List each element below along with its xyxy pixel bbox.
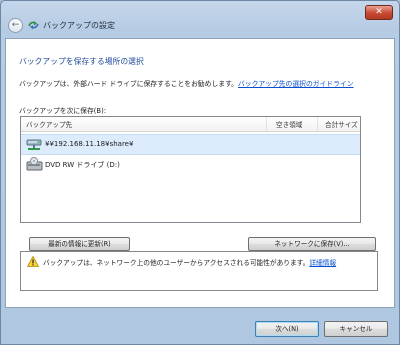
dvd-drive-icon — [26, 157, 43, 171]
refresh-button[interactable]: 最新の情報に更新(R) — [29, 237, 130, 251]
column-header-destination[interactable]: バックアップ先 — [26, 119, 72, 129]
column-divider — [266, 117, 267, 131]
back-arrow-icon: ← — [11, 20, 20, 30]
backup-settings-window: ✕ ← バックアップの設定 バックアップを保存する場所の選択 バックアップは、外… — [0, 0, 400, 345]
save-to-network-button[interactable]: ネットワークに保存(V)... — [248, 237, 376, 251]
column-header-total-size[interactable]: 合計サイズ — [325, 119, 358, 129]
warning-icon — [27, 256, 39, 267]
next-button[interactable]: 次へ(N) — [255, 321, 319, 337]
network-drive-icon — [26, 139, 42, 150]
close-button[interactable]: ✕ — [365, 5, 393, 20]
wizard-content: バックアップを保存する場所の選択 バックアップは、外部ハード ドライブに保存する… — [5, 38, 395, 308]
list-header: バックアップ先 空き領域 合計サイズ — [21, 117, 360, 132]
guide-link[interactable]: バックアップ先の選択のガイドライン — [238, 80, 354, 88]
close-icon: ✕ — [375, 7, 383, 17]
details-link[interactable]: 詳細情報 — [309, 259, 336, 267]
destination-list[interactable]: バックアップ先 空き領域 合計サイズ ¥¥192.168.11.18¥share… — [20, 116, 361, 223]
backup-wizard-icon — [28, 21, 39, 30]
back-button[interactable]: ← — [8, 18, 23, 33]
destination-name: ¥¥192.168.11.18¥share¥ — [45, 140, 134, 148]
description-text: バックアップは、外部ハード ドライブに保存することをお勧めします。 — [19, 80, 238, 88]
cancel-button[interactable]: キャンセル — [324, 321, 388, 337]
page-heading: バックアップを保存する場所の選択 — [19, 57, 144, 66]
column-divider — [317, 117, 318, 131]
warning-message: バックアップは、ネットワーク上の他のユーザーからアクセスされる可能性があります。 — [43, 259, 310, 267]
warning-text: バックアップは、ネットワーク上の他のユーザーからアクセスされる可能性があります。… — [43, 257, 336, 267]
column-header-free-space[interactable]: 空き領域 — [276, 119, 302, 129]
window-title: バックアップの設定 — [43, 21, 115, 30]
title-bar: ✕ ← バックアップの設定 — [1, 1, 399, 33]
list-row-network-share[interactable]: ¥¥192.168.11.18¥share¥ — [21, 134, 360, 155]
network-warning-box: バックアップは、ネットワーク上の他のユーザーからアクセスされる可能性があります。… — [20, 251, 378, 291]
destination-list-label: バックアップを次に保存(B): — [19, 107, 107, 115]
list-row-dvd-drive[interactable]: DVD RW ドライブ (D:) — [21, 155, 360, 174]
description: バックアップは、外部ハード ドライブに保存することをお勧めします。バックアップ先… — [19, 78, 354, 88]
destination-name: DVD RW ドライブ (D:) — [45, 161, 120, 169]
